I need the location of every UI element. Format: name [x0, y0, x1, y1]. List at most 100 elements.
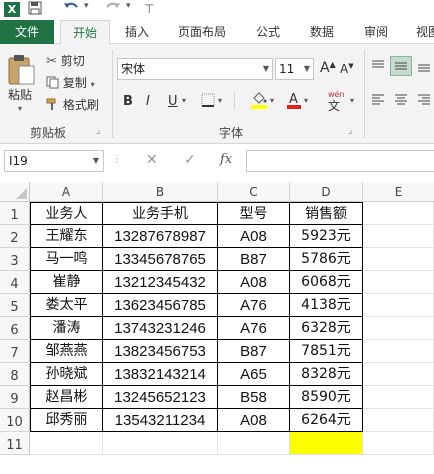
- table-header-cell[interactable]: 业务人: [30, 202, 103, 225]
- table-header-cell[interactable]: 型号: [218, 202, 290, 225]
- align-bottom-button[interactable]: [416, 58, 432, 77]
- borders-button[interactable]: [200, 92, 216, 112]
- column-header-b[interactable]: B: [103, 182, 218, 202]
- table-cell[interactable]: B58: [218, 386, 290, 409]
- table-cell[interactable]: 8590元: [290, 386, 363, 409]
- table-cell[interactable]: 娄太平: [30, 294, 103, 317]
- chevron-down-icon[interactable]: ▾: [126, 1, 131, 11]
- chevron-down-icon[interactable]: ▾: [18, 104, 22, 113]
- table-cell[interactable]: 5786元: [290, 248, 363, 271]
- copy-button[interactable]: 复制 ▾: [46, 74, 95, 92]
- table-cell[interactable]: B87: [218, 248, 290, 271]
- table-cell[interactable]: 13287678987: [103, 225, 218, 248]
- table-header-cell[interactable]: 业务手机: [103, 202, 218, 225]
- format-painter-button[interactable]: 格式刷: [46, 96, 99, 114]
- tab-file[interactable]: 文件: [0, 20, 54, 44]
- row-header[interactable]: 8: [0, 363, 30, 386]
- row-header[interactable]: 10: [0, 409, 30, 432]
- table-cell[interactable]: 8328元: [290, 363, 363, 386]
- table-cell[interactable]: A65: [218, 363, 290, 386]
- phonetic-guide-button[interactable]: wén 文: [328, 90, 352, 113]
- table-cell[interactable]: A08: [218, 271, 290, 294]
- empty-cell[interactable]: [363, 271, 434, 294]
- dialog-launcher-icon[interactable]: ⌟: [96, 126, 100, 136]
- font-name-select[interactable]: 宋体 ▼: [117, 58, 273, 80]
- empty-cell[interactable]: [363, 340, 434, 363]
- column-header-c[interactable]: C: [218, 182, 290, 202]
- dialog-launcher-icon[interactable]: ⌟: [348, 126, 352, 136]
- table-cell[interactable]: 赵昌彬: [30, 386, 103, 409]
- table-cell[interactable]: 马一鸣: [30, 248, 103, 271]
- align-middle-button[interactable]: [390, 56, 412, 76]
- empty-cell[interactable]: [363, 202, 434, 225]
- redo-icon[interactable]: [104, 0, 122, 19]
- table-cell[interactable]: 潘涛: [30, 317, 103, 340]
- tab-page-layout[interactable]: 页面布局: [170, 20, 234, 44]
- formula-input[interactable]: [246, 150, 434, 172]
- paste-button[interactable]: [6, 52, 38, 89]
- row-header[interactable]: 5: [0, 294, 30, 317]
- align-center-button[interactable]: [393, 92, 409, 111]
- shrink-font-button[interactable]: A▼: [340, 62, 354, 76]
- tab-data[interactable]: 数据: [302, 20, 342, 44]
- table-cell[interactable]: 4138元: [290, 294, 363, 317]
- align-top-button[interactable]: [370, 58, 386, 77]
- column-header-e[interactable]: E: [363, 182, 434, 202]
- insert-function-icon[interactable]: fx: [220, 152, 232, 167]
- align-left-button[interactable]: [370, 92, 386, 111]
- empty-cell[interactable]: [363, 386, 434, 409]
- undo-icon[interactable]: [62, 0, 80, 19]
- table-cell[interactable]: A08: [218, 409, 290, 432]
- table-cell[interactable]: 邱秀丽: [30, 409, 103, 432]
- chevron-down-icon[interactable]: ▾: [84, 1, 89, 11]
- cancel-icon[interactable]: ✕: [146, 152, 158, 168]
- empty-cell[interactable]: [218, 432, 290, 455]
- chevron-down-icon[interactable]: ▾: [304, 96, 308, 105]
- highlighted-cell[interactable]: [290, 432, 363, 455]
- cut-button[interactable]: ✂ 剪切: [46, 52, 85, 69]
- paste-label[interactable]: 粘贴: [8, 86, 32, 103]
- row-header[interactable]: 2: [0, 225, 30, 248]
- table-cell[interactable]: 13823456753: [103, 340, 218, 363]
- empty-cell[interactable]: [30, 432, 103, 455]
- bold-button[interactable]: B: [123, 94, 133, 109]
- empty-cell[interactable]: [363, 432, 434, 455]
- table-cell[interactable]: B87: [218, 340, 290, 363]
- table-cell[interactable]: 5923元: [290, 225, 363, 248]
- table-cell[interactable]: 13743231246: [103, 317, 218, 340]
- chevron-down-icon[interactable]: ▾: [270, 96, 274, 105]
- table-header-cell[interactable]: 销售额: [290, 202, 363, 225]
- italic-button[interactable]: I: [146, 94, 150, 109]
- row-header[interactable]: 4: [0, 271, 30, 294]
- table-cell[interactable]: 王耀东: [30, 225, 103, 248]
- empty-cell[interactable]: [363, 409, 434, 432]
- table-cell[interactable]: 13832143214: [103, 363, 218, 386]
- fill-color-button[interactable]: [250, 90, 268, 114]
- underline-button[interactable]: U: [168, 94, 178, 109]
- table-cell[interactable]: 崔静: [30, 271, 103, 294]
- tab-home[interactable]: 开始: [60, 20, 110, 45]
- empty-cell[interactable]: [363, 225, 434, 248]
- font-size-select[interactable]: 11 ▼: [275, 58, 314, 80]
- chevron-down-icon[interactable]: ▾: [350, 96, 354, 105]
- table-cell[interactable]: 6068元: [290, 271, 363, 294]
- chevron-down-icon[interactable]: ▾: [182, 96, 186, 105]
- row-header[interactable]: 9: [0, 386, 30, 409]
- tab-view[interactable]: 视图: [408, 20, 434, 44]
- table-cell[interactable]: 邹燕燕: [30, 340, 103, 363]
- enter-icon[interactable]: ✓: [184, 152, 196, 168]
- table-cell[interactable]: 孙晓斌: [30, 363, 103, 386]
- row-header[interactable]: 3: [0, 248, 30, 271]
- table-cell[interactable]: 6328元: [290, 317, 363, 340]
- chevron-down-icon[interactable]: ▾: [218, 96, 222, 105]
- table-cell[interactable]: 13543211234: [103, 409, 218, 432]
- column-header-a[interactable]: A: [30, 182, 103, 202]
- table-cell[interactable]: 13212345432: [103, 271, 218, 294]
- empty-cell[interactable]: [363, 363, 434, 386]
- tab-insert[interactable]: 插入: [117, 20, 157, 44]
- empty-cell[interactable]: [363, 317, 434, 340]
- column-header-d[interactable]: D: [290, 182, 363, 202]
- empty-cell[interactable]: [363, 248, 434, 271]
- table-cell[interactable]: A08: [218, 225, 290, 248]
- table-cell[interactable]: A76: [218, 294, 290, 317]
